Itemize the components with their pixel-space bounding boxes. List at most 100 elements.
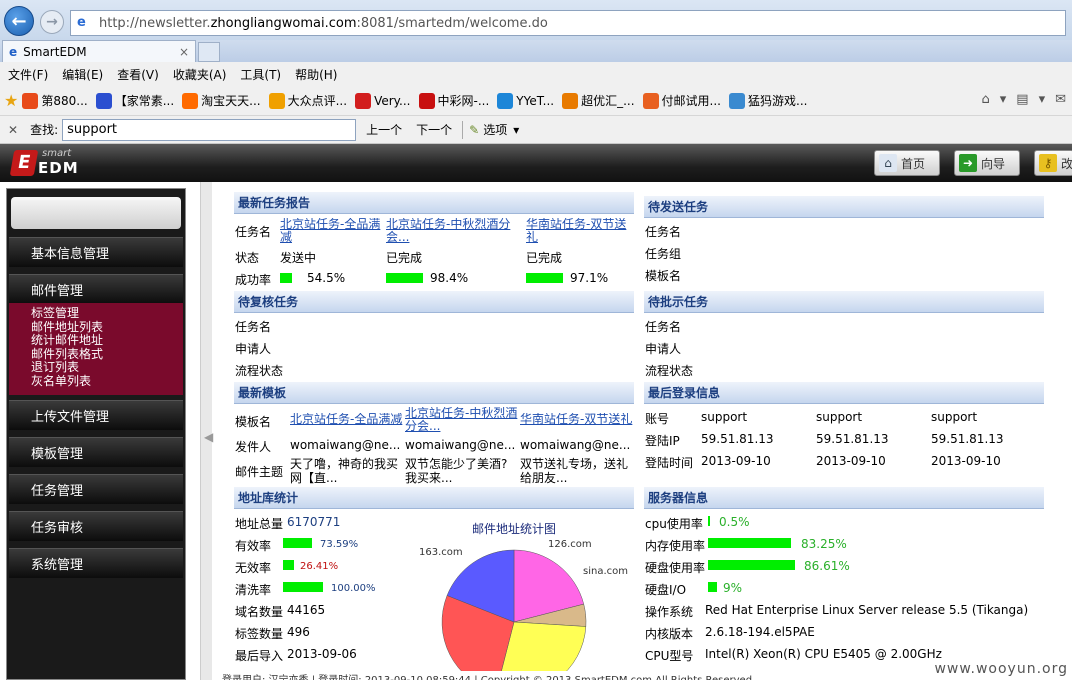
invalid-label: 无效率 bbox=[235, 561, 272, 575]
favicon-icon bbox=[729, 92, 745, 109]
favicon-icon bbox=[268, 92, 285, 109]
sidebar-item-basic-info[interactable]: 基本信息管理 bbox=[9, 237, 183, 267]
io-bar bbox=[708, 582, 717, 592]
sidebar-item-task-review[interactable]: 任务审核 bbox=[9, 511, 183, 541]
task-status-label: 状态 bbox=[235, 251, 260, 265]
sidebar-item-upload[interactable]: 上传文件管理 bbox=[9, 400, 183, 430]
find-prev-button[interactable]: 上一个 bbox=[366, 121, 402, 138]
menu-item[interactable]: 编辑(E) bbox=[62, 66, 103, 83]
sidebar-subitem[interactable]: 统计邮件地址 bbox=[31, 334, 183, 348]
url-input[interactable]: e http://newsletter. zhongliangwomai.com:… bbox=[70, 10, 1066, 36]
total-value: 6170771 bbox=[287, 515, 341, 529]
sidebar-subitem[interactable]: 标签管理 bbox=[31, 306, 183, 321]
sidebar-subitem[interactable]: 邮件地址列表 bbox=[31, 320, 183, 335]
login-time-value: 2013-09-10 bbox=[701, 454, 771, 468]
favorite-item[interactable]: YYeT... bbox=[497, 92, 554, 109]
forward-button[interactable]: → bbox=[40, 10, 64, 34]
cpu-value: 0.5% bbox=[719, 515, 750, 529]
sidebar-item-system[interactable]: 系统管理 bbox=[9, 548, 183, 578]
tab-close-icon[interactable]: × bbox=[179, 45, 189, 59]
invalid-value: 26.41% bbox=[300, 561, 339, 572]
menu-item[interactable]: 收藏夹(A) bbox=[173, 66, 227, 83]
home-icon[interactable]: ⌂ bbox=[981, 92, 989, 107]
favicon-icon bbox=[562, 92, 579, 109]
cleaned-value: 100.00% bbox=[331, 583, 376, 594]
favorite-label: Very... bbox=[374, 93, 411, 108]
pending-approval-label: 任务名 bbox=[645, 320, 682, 334]
task-status-value: 已完成 bbox=[526, 251, 563, 265]
menu-item[interactable]: 文件(F) bbox=[8, 66, 48, 83]
back-button[interactable]: ← bbox=[4, 6, 34, 36]
favorite-item[interactable]: 付邮试用... bbox=[642, 92, 721, 109]
chevron-down-icon[interactable]: ▾ bbox=[1039, 92, 1046, 107]
favicon-icon bbox=[182, 92, 199, 109]
pending-review-label: 流程状态 bbox=[235, 364, 284, 378]
menu-item[interactable]: 帮助(H) bbox=[295, 66, 337, 83]
find-options-button[interactable]: 选项 bbox=[483, 121, 507, 138]
sidebar-item-template[interactable]: 模板管理 bbox=[9, 437, 183, 467]
favorite-item[interactable]: 淘宝天天... bbox=[182, 92, 261, 109]
menu-item[interactable]: 查看(V) bbox=[117, 66, 159, 83]
chevron-down-icon[interactable]: ▾ bbox=[513, 123, 519, 137]
favorite-label: 超优汇_... bbox=[581, 94, 635, 108]
login-account-value: support bbox=[701, 410, 748, 424]
task-link[interactable]: 北京站任务-中秋烈酒分会... bbox=[386, 218, 516, 244]
favorite-item[interactable]: 猛犸游戏... bbox=[729, 92, 807, 109]
sidebar-subitem[interactable]: 灰名单列表 bbox=[31, 374, 183, 389]
favorite-item[interactable]: Very... bbox=[355, 92, 411, 109]
guide-button[interactable]: ➜ 向导 bbox=[954, 150, 1020, 176]
favorite-item[interactable]: 【家常素... bbox=[95, 92, 174, 109]
mem-bar bbox=[708, 538, 791, 548]
favorites-star-icon[interactable]: ★ bbox=[4, 91, 18, 110]
favorite-item[interactable]: 超优汇_... bbox=[562, 92, 635, 109]
task-rate-value: 97.1% bbox=[570, 271, 609, 285]
pending-review-label: 任务名 bbox=[235, 320, 272, 334]
cpu-bar bbox=[708, 516, 710, 526]
favicon-icon bbox=[355, 92, 372, 109]
template-subject-value: 双节怎能少了美酒? 我买来... bbox=[405, 457, 508, 485]
sidebar-item-task[interactable]: 任务管理 bbox=[9, 474, 183, 504]
template-subject-label: 邮件主题 bbox=[235, 465, 284, 479]
task-link[interactable]: 北京站任务-全品满减 bbox=[280, 218, 384, 244]
menu-item[interactable]: 工具(T) bbox=[240, 66, 281, 83]
favorite-label: YYeT... bbox=[516, 93, 555, 108]
template-link[interactable]: 华南站任务-双节送礼 bbox=[520, 413, 634, 427]
find-input[interactable]: support bbox=[62, 118, 357, 141]
pie-label: 126.com bbox=[548, 539, 592, 550]
favorite-item[interactable]: 大众点评... bbox=[268, 92, 347, 109]
sidebar-item-mail[interactable]: 邮件管理 bbox=[9, 274, 183, 304]
kernel-label: 内核版本 bbox=[645, 627, 694, 641]
login-account-label: 账号 bbox=[645, 412, 670, 426]
address-bar: ← → e http://newsletter. zhongliangwomai.… bbox=[0, 0, 1072, 40]
task-link[interactable]: 华南站任务-双节送礼 bbox=[526, 218, 634, 244]
collapse-arrow-icon[interactable]: ◀ bbox=[204, 430, 213, 444]
favicon-icon bbox=[95, 92, 112, 109]
kernel-value: 2.6.18-194.el5PAE bbox=[705, 625, 815, 639]
favorite-item[interactable]: 中彩网-... bbox=[418, 92, 489, 109]
cpu-label: cpu使用率 bbox=[645, 517, 703, 531]
favicon-icon bbox=[497, 92, 514, 109]
find-next-button[interactable]: 下一个 bbox=[416, 121, 452, 138]
find-close-icon[interactable]: ✕ bbox=[8, 123, 18, 137]
login-ip-label: 登陆IP bbox=[645, 434, 680, 448]
sidebar-subitem[interactable]: 退订列表 bbox=[31, 361, 183, 375]
change-password-button[interactable]: ⚷ 改 bbox=[1034, 150, 1072, 176]
template-name-label: 模板名 bbox=[235, 415, 272, 429]
tags-label: 标签数量 bbox=[235, 627, 284, 641]
new-tab-button[interactable] bbox=[198, 42, 220, 62]
template-link[interactable]: 北京站任务-中秋烈酒分会... bbox=[405, 407, 519, 433]
sidebar-subitem[interactable]: 邮件列表格式 bbox=[31, 347, 183, 362]
mail-icon[interactable]: ✉ bbox=[1055, 92, 1066, 107]
logo-small-text: smart bbox=[42, 148, 72, 159]
template-sender-value: womaiwang@ne... bbox=[520, 438, 631, 452]
home-button[interactable]: ⌂ 首页 bbox=[874, 150, 940, 176]
tab-smartedm[interactable]: e SmartEDM × bbox=[2, 40, 196, 62]
tab-title: SmartEDM bbox=[23, 44, 87, 59]
rss-icon[interactable]: ▤ bbox=[1016, 92, 1028, 107]
chevron-down-icon[interactable]: ▾ bbox=[1000, 92, 1007, 107]
task-rate-label: 成功率 bbox=[235, 273, 272, 287]
tab-strip: e SmartEDM × bbox=[0, 40, 1072, 62]
task-rate-value: 98.4% bbox=[430, 271, 469, 285]
template-link[interactable]: 北京站任务-全品满减 bbox=[290, 413, 404, 427]
favorite-item[interactable]: 第880... bbox=[22, 92, 88, 109]
